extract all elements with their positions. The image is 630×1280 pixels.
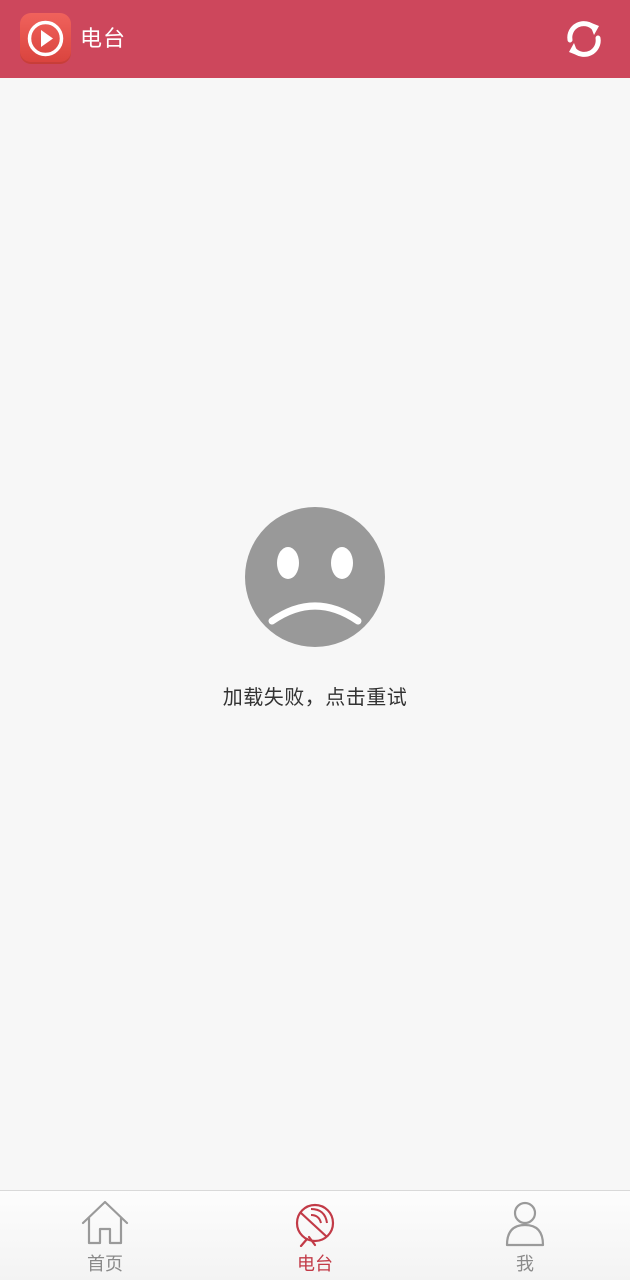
page-title: 电台 bbox=[80, 27, 127, 52]
refresh-button[interactable] bbox=[561, 16, 607, 62]
retry-area[interactable]: 加载失败，点击重试 bbox=[0, 505, 630, 725]
refresh-icon bbox=[567, 21, 601, 57]
home-icon bbox=[81, 1200, 129, 1245]
nav-item-home[interactable]: 首页 bbox=[0, 1191, 210, 1280]
nav-item-me[interactable]: 我 bbox=[420, 1191, 630, 1280]
nav-item-radio[interactable]: 电台 bbox=[210, 1191, 420, 1280]
sad-face-icon bbox=[245, 507, 385, 647]
nav-label-me: 我 bbox=[516, 1254, 534, 1275]
top-bar: 电台 bbox=[0, 0, 630, 78]
radio-dish-icon bbox=[295, 1203, 335, 1247]
bottom-nav: 首页 电台 我 bbox=[0, 1190, 630, 1280]
nav-label-radio: 电台 bbox=[297, 1254, 333, 1275]
user-icon bbox=[505, 1201, 545, 1247]
app-screen: 电台 加载失败，点击重试 首页 电台 我 bbox=[0, 0, 630, 1280]
play-circle-icon[interactable] bbox=[20, 13, 71, 64]
error-message: 加载失败，点击重试 bbox=[222, 685, 408, 709]
nav-label-home: 首页 bbox=[87, 1254, 123, 1275]
